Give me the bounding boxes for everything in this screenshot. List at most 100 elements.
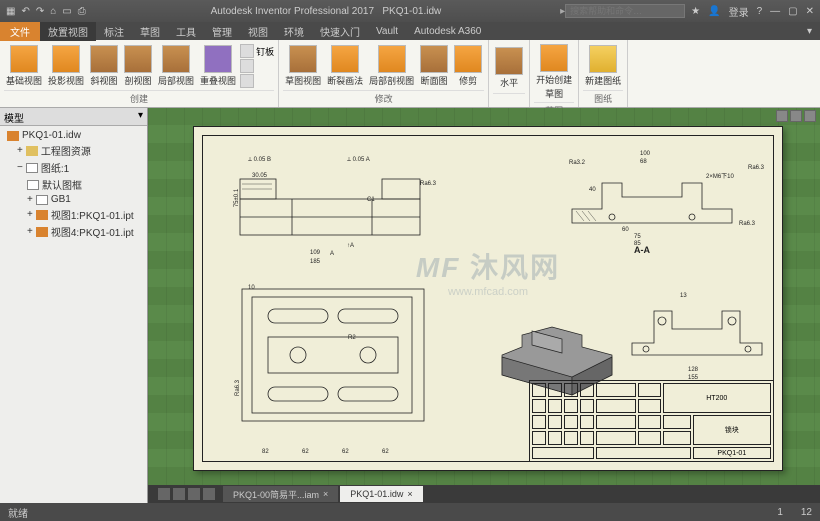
status-bar: 就绪 1 12 (0, 503, 820, 521)
section-view-button[interactable]: 剖视图 (122, 43, 154, 89)
gdtol-2: ⟂ 0.05 A (347, 157, 370, 164)
tab-sketch[interactable]: 草图 (132, 22, 168, 41)
tree-root[interactable]: PKQ1-01.idw (3, 129, 144, 142)
tab-getstarted[interactable]: 快速入门 (312, 22, 368, 41)
tab-manage[interactable]: 管理 (204, 22, 240, 41)
tab-nav-icon[interactable] (158, 488, 170, 500)
front-view (222, 149, 442, 259)
title-block: HT200 锁块 PKQ1-01 (529, 380, 774, 462)
tab-annotate[interactable]: 标注 (96, 22, 132, 41)
tab-close-icon[interactable]: × (407, 489, 412, 499)
drawing-sheet[interactable]: ⟂ 0.05 B ⟂ 0.05 A 30.05 109 185 ↑A A Ra6… (193, 126, 783, 471)
open-icon[interactable]: ▭ (62, 6, 71, 17)
tab-environment[interactable]: 环境 (276, 22, 312, 41)
browser-title: 模型 (4, 110, 24, 123)
horizontal-button[interactable]: 水平 (493, 45, 525, 91)
dim-85: 85 (634, 241, 641, 247)
tab-close-icon[interactable]: × (323, 489, 328, 499)
new-sheet-button[interactable]: 新建图纸 (583, 43, 623, 89)
maximize-icon[interactable]: ▢ (788, 6, 797, 17)
dim-62a: 62 (302, 449, 309, 455)
start-sketch-button[interactable]: 开始创建草图 (534, 42, 574, 102)
tab-vault[interactable]: Vault (368, 24, 406, 39)
tab-view[interactable]: 视图 (240, 22, 276, 41)
drawing-canvas[interactable]: ⟂ 0.05 B ⟂ 0.05 A 30.05 109 185 ↑A A Ra6… (148, 108, 820, 503)
canvas-max-icon[interactable] (790, 110, 802, 122)
print-icon[interactable]: ⎙ (78, 6, 86, 17)
slice-button[interactable]: 断面图 (418, 43, 450, 89)
canvas-close-icon[interactable] (804, 110, 816, 122)
dim-128: 128 (688, 367, 698, 373)
star-icon[interactable]: ★ (691, 6, 700, 17)
tree-border[interactable]: 默认图框 (3, 176, 144, 193)
section-aa-view (552, 153, 752, 243)
gdtol-1: ⟂ 0.05 B (248, 157, 271, 164)
ra-b: Ra6.3 (748, 165, 764, 171)
tab-place-views[interactable]: 放置视图 (40, 22, 96, 41)
group-create-label: 创建 (4, 90, 274, 105)
projected-view-button[interactable]: 投影视图 (46, 43, 86, 89)
plan-view (228, 283, 438, 443)
redo-icon[interactable]: ↷ (36, 6, 44, 17)
tb-partno: PKQ1-01 (693, 447, 771, 459)
tree-resources[interactable]: +工程图资源 (3, 142, 144, 159)
draft-view-button[interactable]: 草图视图 (283, 43, 323, 89)
dim-30: 30.05 (252, 173, 267, 179)
group-modify-label: 修改 (283, 90, 484, 105)
dim-10: 10 (248, 285, 255, 291)
tree-gb1[interactable]: +GB1 (3, 193, 144, 206)
canvas-min-icon[interactable] (776, 110, 788, 122)
breakout-button[interactable]: 局部剖视图 (367, 43, 416, 89)
help-icon[interactable]: ? (757, 6, 763, 17)
group-sheets-label: 图纸 (583, 90, 623, 105)
tree-view4[interactable]: +视图4:PKQ1-01.ipt (3, 223, 144, 240)
break-button[interactable]: 断裂画法 (325, 43, 365, 89)
tab-tools[interactable]: 工具 (168, 22, 204, 41)
section-arrow-al: A (330, 251, 334, 257)
detail-view-button[interactable]: 局部视图 (156, 43, 196, 89)
tree-sheet1[interactable]: −图纸:1 (3, 159, 144, 176)
tab-grid-icon[interactable] (188, 488, 200, 500)
undo-icon[interactable]: ↶ (21, 6, 29, 17)
tab-a360[interactable]: Autodesk A360 (406, 24, 489, 39)
ribbon-collapse-icon[interactable]: ▾ (799, 24, 820, 39)
minimize-icon[interactable]: — (770, 6, 780, 17)
dim-100: 100 (640, 151, 650, 157)
dim-thread: 2×M6下10 (706, 171, 734, 180)
ribbon: 基础视图 投影视图 斜视图 剖视图 局部视图 重叠视图 钉板 创建 草图视图 断… (0, 40, 820, 108)
doc-title: PKQ1-01.idw (382, 6, 441, 17)
status-total: 12 (801, 507, 812, 518)
auxiliary-view-button[interactable]: 斜视图 (88, 43, 120, 89)
ra-d: Ra6.3 (739, 221, 755, 227)
crop-button[interactable]: 修剪 (452, 43, 484, 89)
dim-60: 60 (622, 227, 629, 233)
user-icon[interactable]: 👤 (708, 6, 720, 17)
browser-tree[interactable]: PKQ1-01.idw +工程图资源 −图纸:1 默认图框 +GB1 +视图1:… (0, 126, 147, 503)
tab-tile-icon[interactable] (203, 488, 215, 500)
nailboard-button[interactable]: 钉板 (240, 44, 274, 88)
close-icon[interactable]: ✕ (806, 6, 814, 17)
base-view-button[interactable]: 基础视图 (4, 43, 44, 89)
tree-view1[interactable]: +视图1:PKQ1-01.ipt (3, 206, 144, 223)
dim-40: 40 (589, 187, 596, 193)
dim-h: 75±0.1 (234, 189, 240, 207)
ra32: Ra3.2 (569, 160, 585, 166)
overlay-view-button[interactable]: 重叠视图 (198, 43, 238, 89)
home-icon[interactable]: ⌂ (50, 6, 56, 17)
search-input[interactable] (565, 4, 685, 18)
doc-tab-assembly[interactable]: PKQ1-00简易平...iam× (223, 486, 338, 502)
r2: R2 (348, 335, 356, 341)
canvas-window-controls (776, 110, 816, 122)
doc-tab-drawing[interactable]: PKQ1-01.idw× (340, 486, 422, 502)
model-browser: 模型 ▾ PKQ1-01.idw +工程图资源 −图纸:1 默认图框 +GB1 +… (0, 108, 148, 503)
status-page: 1 (777, 507, 783, 518)
file-tab[interactable]: 文件 (0, 22, 40, 41)
section-arrow-a: ↑A (347, 243, 354, 249)
dim-75: 75 (634, 234, 641, 240)
tab-list-icon[interactable] (173, 488, 185, 500)
login-link[interactable]: 登录 (729, 4, 749, 19)
browser-dropdown-icon[interactable]: ▾ (138, 110, 143, 123)
ra-c: Ra6.3 (235, 380, 241, 396)
app-menu-icon[interactable]: ▦ (6, 6, 15, 17)
dim-62c: 62 (382, 449, 389, 455)
